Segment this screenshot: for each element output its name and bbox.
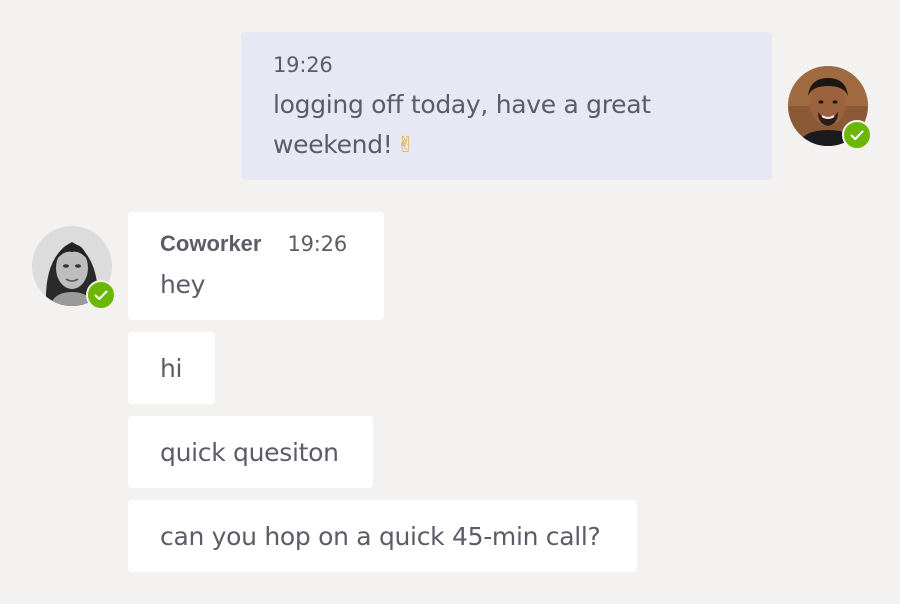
message-text: logging off today, have a great weekend!…	[273, 85, 740, 166]
message-body: logging off today, have a great weekend!	[273, 90, 651, 159]
message-text: can you hop on a quick 45-min call?	[160, 521, 601, 551]
presence-available-badge	[842, 120, 872, 150]
message-text: hey	[160, 270, 206, 299]
message-text: quick quesiton	[160, 437, 339, 467]
sent-message-bubble[interactable]: 19:26 logging off today, have a great we…	[241, 32, 772, 180]
received-message-bubble[interactable]: hi	[128, 332, 215, 404]
message-header: Coworker 19:26	[160, 230, 352, 258]
received-message-bubble[interactable]: quick quesiton	[128, 416, 373, 488]
presence-available-badge	[86, 280, 116, 310]
sender-name[interactable]: Coworker	[160, 230, 261, 258]
message-timestamp: 19:26	[273, 53, 333, 77]
received-message-bubble[interactable]: Coworker 19:26 hey	[128, 212, 384, 320]
my-avatar[interactable]	[788, 66, 872, 150]
received-message-bubble[interactable]: can you hop on a quick 45-min call?	[128, 500, 637, 572]
victory-hand-icon: ✌	[396, 133, 415, 158]
message-timestamp: 19:26	[287, 232, 348, 256]
message-text: hi	[160, 353, 183, 383]
checkmark-icon	[94, 290, 108, 300]
checkmark-icon	[850, 130, 864, 140]
coworker-avatar[interactable]	[32, 226, 116, 310]
